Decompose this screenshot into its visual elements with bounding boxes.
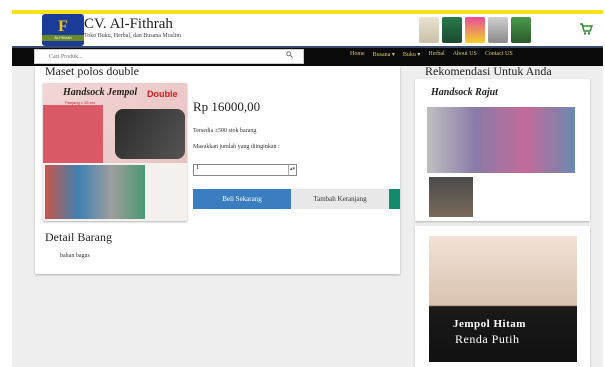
product-image <box>419 17 439 43</box>
cart-icon[interactable] <box>578 22 594 38</box>
quantity-label: Masukkan jumlah yang diinginkan : <box>193 144 280 150</box>
buy-now-button[interactable]: Beli Sekarang <box>193 189 291 209</box>
recommend-card[interactable]: Handsock Rajut <box>415 79 590 221</box>
search-box <box>34 49 304 64</box>
product-image <box>488 17 508 43</box>
brand-title[interactable]: CV. Al-Fithrah <box>84 16 173 33</box>
recommend-title: Rekomendasi Untuk Anda <box>425 64 552 78</box>
nav-home[interactable]: Home <box>350 51 365 58</box>
quantity-stepper[interactable]: ▴▾ <box>288 165 296 175</box>
rec-caption-line1: Jempol Hitam <box>453 318 526 330</box>
nav-about[interactable]: About US <box>453 51 477 58</box>
quantity-field[interactable]: 1 <box>193 164 297 176</box>
rec-image <box>427 107 575 173</box>
detail-title: Detail Barang <box>45 230 112 244</box>
image-heading: Handsock Jempol <box>63 87 138 98</box>
rec-caption-line2: Renda Putih <box>455 332 520 346</box>
product-title: Maset polos double <box>45 64 139 78</box>
brand-logo[interactable]: F Al-Fithrah <box>42 14 84 46</box>
nav-contact[interactable]: Contact US <box>485 51 513 58</box>
nav-menu: Home Busana ▾ Buku ▾ Herbal About US Con… <box>350 51 513 58</box>
top-strip <box>0 0 605 8</box>
stock-text: Tersedia ±500 stok barang <box>193 128 257 134</box>
extra-action-button[interactable] <box>389 189 400 209</box>
product-image <box>511 17 531 43</box>
nav-herbal[interactable]: Herbal <box>428 51 444 58</box>
search-input[interactable] <box>37 51 277 63</box>
rec-thumb <box>429 177 473 217</box>
logo-sub: Al-Fithrah <box>42 35 84 41</box>
nav-buku[interactable]: Buku ▾ <box>403 51 421 58</box>
detail-body: bahan bagus <box>60 253 90 259</box>
product-image <box>465 17 485 43</box>
search-icon[interactable] <box>286 51 293 60</box>
nav-busana[interactable]: Busana ▾ <box>373 51 395 58</box>
image-heading-accent: Double <box>147 89 178 99</box>
add-to-cart-button[interactable]: Tambah Keranjang <box>291 189 389 209</box>
recommend-card[interactable]: Jempol Hitam Renda Putih <box>415 226 590 367</box>
rec-card-heading: Handsock Rajut <box>431 87 498 98</box>
logo-letter: F <box>58 18 68 35</box>
site-header: F Al-Fithrah CV. Al-Fithrah Toko Buku, H… <box>12 14 603 48</box>
header-product-images <box>419 17 549 45</box>
product-image <box>442 17 462 43</box>
product-image-main[interactable]: Handsock Jempol Double Panjang ± 25 cm <box>43 83 187 221</box>
product-price: Rp 16000,00 <box>193 99 261 114</box>
brand-subtitle: Toko Buku, Herbal, dan Busana Muslim <box>84 33 182 39</box>
